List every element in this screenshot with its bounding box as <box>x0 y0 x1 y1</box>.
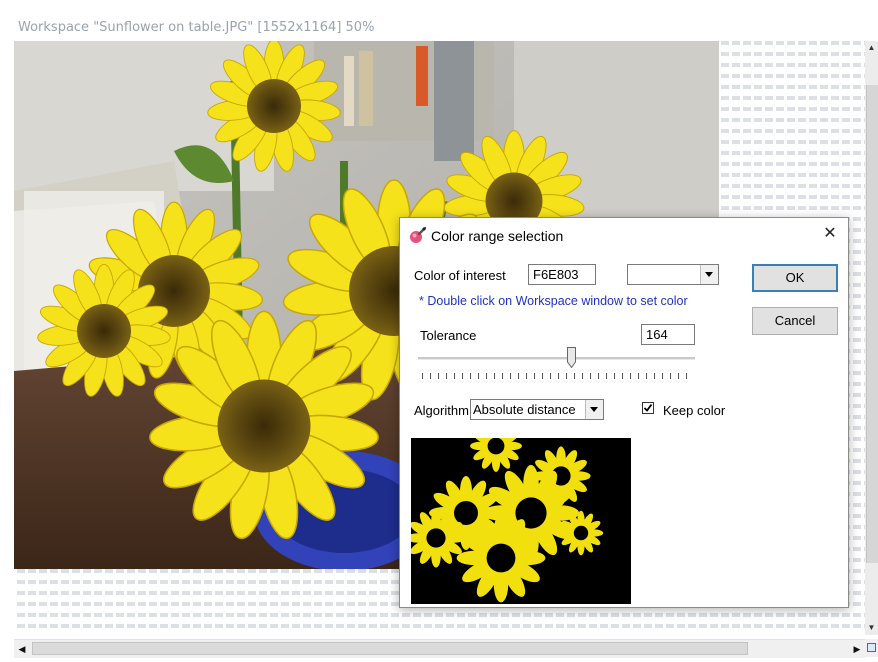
dropdown-arrow-icon[interactable] <box>700 265 718 284</box>
vertical-scroll-thumb[interactable] <box>866 85 878 563</box>
algorithm-select-value: Absolute distance <box>473 402 576 417</box>
checkmark-icon <box>643 403 653 412</box>
color-range-dialog: Color range selection ✕ Color of interes… <box>399 217 849 608</box>
scroll-right-icon[interactable]: ▶ <box>849 640 865 658</box>
preview-image <box>411 438 631 604</box>
hint-text: * Double click on Workspace window to se… <box>419 294 688 308</box>
ok-button[interactable]: OK <box>752 264 838 292</box>
algorithm-label: Algorithm <box>414 403 469 418</box>
dialog-title: Color range selection <box>431 228 564 244</box>
algorithm-select[interactable]: Absolute distance <box>470 399 604 420</box>
preview-sunflowers <box>411 438 631 604</box>
keep-color-checkbox[interactable] <box>642 402 654 414</box>
tolerance-slider-ticks <box>422 373 694 379</box>
keep-color-label: Keep color <box>663 403 726 418</box>
tolerance-label: Tolerance <box>420 328 477 343</box>
dropdown-arrow-icon[interactable] <box>585 400 603 419</box>
workspace-title: Workspace "Sunflower on table.JPG" [1552… <box>18 20 375 35</box>
tolerance-slider-track[interactable] <box>418 357 695 360</box>
horizontal-scrollbar[interactable]: ◀ ▶ <box>14 639 865 658</box>
color-of-interest-label: Color of interest <box>414 268 506 283</box>
cancel-button[interactable]: Cancel <box>752 307 838 335</box>
tolerance-slider-thumb[interactable] <box>567 347 576 368</box>
color-dropdown[interactable] <box>627 264 719 285</box>
close-icon[interactable]: ✕ <box>820 224 840 244</box>
color-picker-icon <box>410 226 427 243</box>
horizontal-scroll-thumb[interactable] <box>32 642 748 655</box>
vertical-scrollbar[interactable]: ▲ ▼ <box>865 41 878 635</box>
scrollbar-corner <box>865 639 878 657</box>
size-grip-icon <box>867 643 876 652</box>
color-value-input[interactable]: F6E803 <box>528 264 596 285</box>
tolerance-input[interactable]: 164 <box>641 324 695 345</box>
scroll-down-icon[interactable]: ▼ <box>865 621 878 635</box>
scroll-left-icon[interactable]: ◀ <box>14 640 30 658</box>
workspace-titlebar: Workspace "Sunflower on table.JPG" [1552… <box>0 0 878 41</box>
scroll-up-icon[interactable]: ▲ <box>865 41 878 55</box>
